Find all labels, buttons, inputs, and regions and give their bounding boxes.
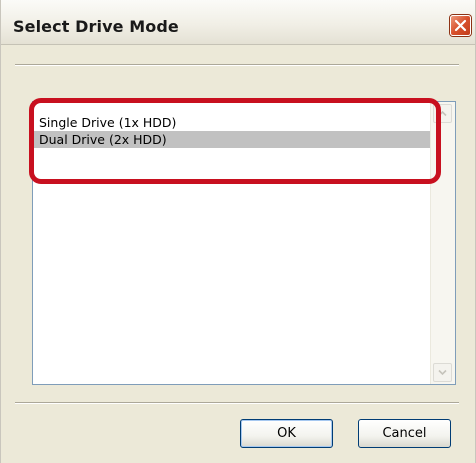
select-drive-mode-dialog: Select Drive Mode Single Drive (1x HDD) … [0, 0, 476, 463]
chevron-down-icon [438, 369, 447, 376]
red-highlight-annotation [29, 98, 441, 184]
close-icon [454, 19, 467, 32]
scroll-down-button[interactable] [433, 363, 452, 382]
close-button[interactable] [450, 15, 471, 36]
cancel-button[interactable]: Cancel [358, 419, 451, 448]
window-title: Select Drive Mode [13, 17, 179, 36]
title-bar[interactable]: Select Drive Mode [1, 0, 475, 45]
top-separator [15, 64, 459, 66]
ok-button[interactable]: OK [240, 419, 333, 448]
bottom-separator [15, 402, 459, 404]
